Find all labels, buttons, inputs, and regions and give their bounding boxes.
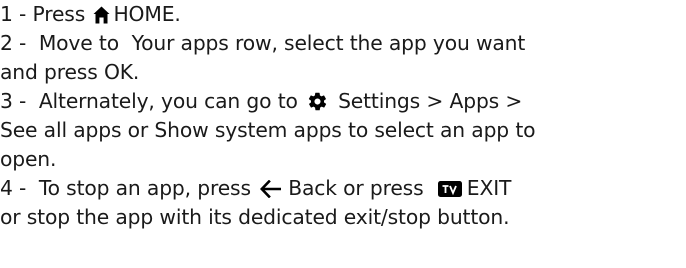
or-press-text: or press <box>343 176 424 200</box>
exit-label: EXIT <box>466 176 512 200</box>
step-text: and press <box>0 60 98 84</box>
step-text: Move to <box>38 31 119 55</box>
step-4-cont: or stop the app with its dedicated exit/… <box>0 203 686 232</box>
see-all-apps-label: See all apps <box>0 118 122 142</box>
home-icon <box>93 6 110 24</box>
step-2: 2 - Move to Your apps row, select the ap… <box>0 29 686 58</box>
step-number: 2 - <box>0 31 27 55</box>
home-label: HOME <box>113 2 175 26</box>
step-text: To stop an app, press <box>38 176 251 200</box>
step-number: 1 - <box>0 2 27 26</box>
step-text-cont: or stop the app with its dedicated exit/… <box>0 205 510 229</box>
step-2-cont: and press OK. <box>0 58 686 87</box>
gear-icon <box>308 92 327 111</box>
step-text: Alternately, you can go to <box>38 89 298 113</box>
or-text: or <box>127 118 149 142</box>
step-text: open. <box>0 147 57 171</box>
separator: > <box>505 89 523 113</box>
show-system-apps-label: Show system apps <box>154 118 342 142</box>
your-apps-label: Your apps <box>131 31 229 55</box>
tv-icon <box>437 181 462 197</box>
step-text-cont: row, select the app you want <box>235 31 526 55</box>
punctuation: . <box>132 60 140 84</box>
separator: > <box>426 89 444 113</box>
step-3-end: open. <box>0 145 686 174</box>
step-number: 4 - <box>0 176 27 200</box>
step-3: 3 - Alternately, you can go to Settings … <box>0 87 686 116</box>
ok-label: OK <box>103 60 133 84</box>
step-3-cont: See all apps or Show system apps to sele… <box>0 116 686 145</box>
back-arrow-icon <box>260 180 282 198</box>
apps-label: Apps <box>449 89 500 113</box>
settings-label: Settings <box>338 89 421 113</box>
step-text-cont: to select an app to <box>348 118 536 142</box>
back-label: Back <box>288 176 337 200</box>
step-text: Press <box>32 2 86 26</box>
step-number: 3 - <box>0 89 27 113</box>
instructions-text: 1 - Press HOME. 2 - Move to Your apps ro… <box>0 0 686 232</box>
punctuation: . <box>174 2 181 26</box>
step-1: 1 - Press HOME. <box>0 0 686 29</box>
step-4: 4 - To stop an app, press Back or press … <box>0 174 686 203</box>
